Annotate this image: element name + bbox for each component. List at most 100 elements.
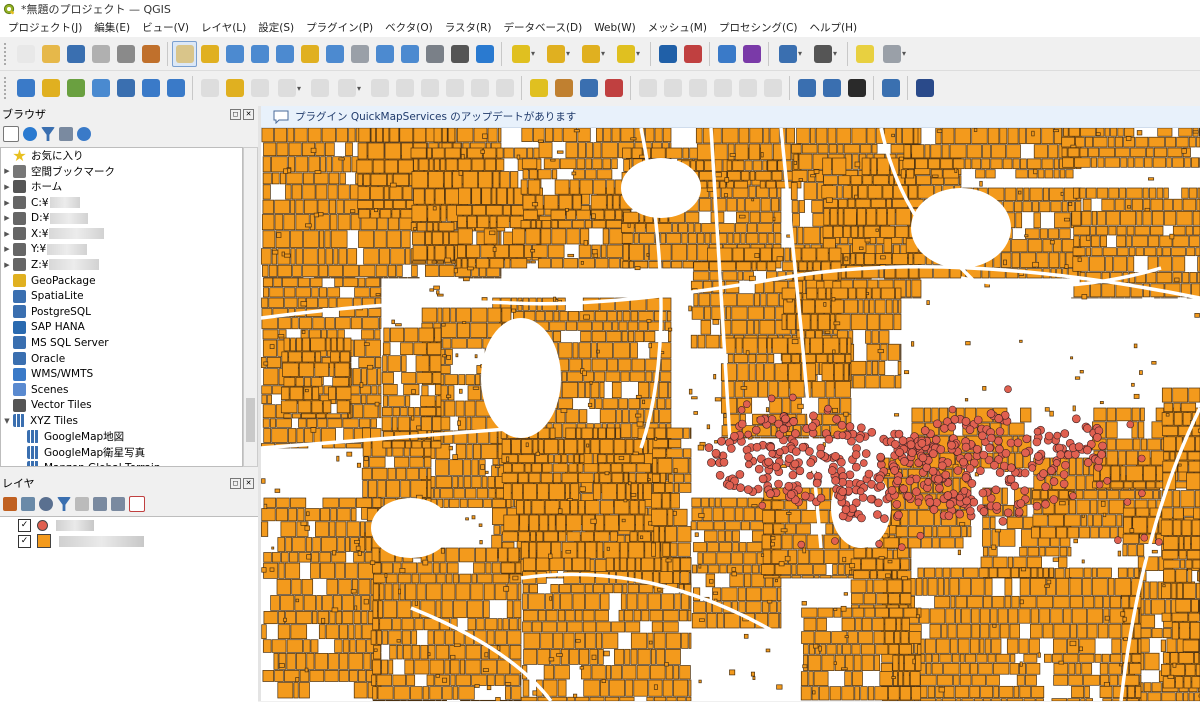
- toolbar-grip[interactable]: [4, 43, 9, 65]
- browser-item[interactable]: SpatiaLite: [1, 288, 242, 304]
- expand-arrow-icon[interactable]: ▶: [1, 214, 13, 222]
- menu-item[interactable]: プラグイン(P): [300, 20, 379, 35]
- diagram-button[interactable]: [760, 75, 785, 101]
- float-panel-icon[interactable]: ◻: [230, 109, 241, 120]
- menu-item[interactable]: メッシュ(M): [642, 20, 713, 35]
- add-group-icon[interactable]: [21, 497, 35, 511]
- paste-features-button[interactable]: [442, 75, 467, 101]
- label-properties-button[interactable]: [735, 75, 760, 101]
- menu-item[interactable]: プロジェクト(J): [2, 20, 88, 35]
- quickmap-search-button[interactable]: [819, 75, 844, 101]
- new-project-button[interactable]: [13, 41, 38, 67]
- rotate-label-button[interactable]: [660, 75, 685, 101]
- highlight-label-button[interactable]: [601, 75, 626, 101]
- browser-item[interactable]: GoogleMap地図: [1, 429, 242, 445]
- save-project-button[interactable]: [63, 41, 88, 67]
- open-table-button[interactable]: ▾: [773, 41, 808, 67]
- pan-button[interactable]: [172, 41, 197, 67]
- menu-item[interactable]: 編集(E): [88, 20, 136, 35]
- toolbar-grip[interactable]: [4, 77, 9, 99]
- dropdown-arrow-icon[interactable]: ▾: [531, 49, 535, 58]
- layout-manager-button[interactable]: [113, 41, 138, 67]
- dropdown-arrow-icon[interactable]: ▾: [601, 49, 605, 58]
- gps-button[interactable]: [113, 75, 138, 101]
- remove-layer-icon[interactable]: [129, 496, 145, 512]
- browser-item[interactable]: GeoPackage: [1, 273, 242, 289]
- visibility-icon[interactable]: [39, 497, 53, 511]
- browser-item[interactable]: Oracle: [1, 351, 242, 367]
- help-button[interactable]: [912, 75, 937, 101]
- add-line-button[interactable]: ▾: [272, 75, 307, 101]
- expand-arrow-icon[interactable]: ▼: [1, 417, 13, 425]
- browser-item[interactable]: PostgreSQL: [1, 304, 242, 320]
- open-project-button[interactable]: [38, 41, 63, 67]
- menu-item[interactable]: プロセシング(C): [713, 20, 804, 35]
- filter-icon[interactable]: [41, 127, 55, 141]
- browser-item[interactable]: ▶ホーム: [1, 179, 242, 195]
- attribute-table-button[interactable]: [680, 41, 705, 67]
- undo-button[interactable]: [467, 75, 492, 101]
- scrollbar-thumb[interactable]: [246, 398, 255, 442]
- filter-legend-icon[interactable]: [57, 497, 71, 511]
- add-raster-button[interactable]: [138, 75, 163, 101]
- browser-item[interactable]: WMS/WMTS: [1, 366, 242, 382]
- identify-button[interactable]: [655, 41, 680, 67]
- browser-item[interactable]: MS SQL Server: [1, 335, 242, 351]
- menu-item[interactable]: ラスタ(R): [439, 20, 498, 35]
- toolbox-button[interactable]: [714, 41, 739, 67]
- expand-all-icon[interactable]: [93, 497, 107, 511]
- refresh-button[interactable]: [472, 41, 497, 67]
- menu-item[interactable]: 設定(S): [252, 20, 300, 35]
- browser-item[interactable]: ▶Y:¥: [1, 242, 242, 258]
- quickmap-add-button[interactable]: [794, 75, 819, 101]
- deselect-button[interactable]: ▾: [576, 41, 611, 67]
- close-panel-icon[interactable]: ✕: [243, 478, 254, 489]
- browser-item[interactable]: ▶Z:¥: [1, 257, 242, 273]
- data-source-manager-button[interactable]: [13, 75, 38, 101]
- zoom-to-layer-button[interactable]: [322, 41, 347, 67]
- dropdown-arrow-icon[interactable]: ▾: [357, 84, 361, 93]
- vertex-tool-button[interactable]: [307, 75, 332, 101]
- layer-row[interactable]: ✓: [0, 517, 258, 533]
- select-location-button[interactable]: ▾: [611, 41, 646, 67]
- zoom-last-button[interactable]: [372, 41, 397, 67]
- geoweb-button[interactable]: [844, 75, 869, 101]
- float-panel-icon[interactable]: ◻: [230, 478, 241, 489]
- new-geopackage-button[interactable]: [38, 75, 63, 101]
- expand-arrow-icon[interactable]: ▶: [1, 230, 13, 238]
- zoom-native-button[interactable]: [347, 41, 372, 67]
- expand-arrow-icon[interactable]: ▶: [1, 183, 13, 191]
- python-console-button[interactable]: [878, 75, 903, 101]
- show-hide-label-button[interactable]: [710, 75, 735, 101]
- pan-to-selection-button[interactable]: [197, 41, 222, 67]
- browser-item[interactable]: お気に入り: [1, 148, 242, 164]
- temporal-controller-button[interactable]: [447, 41, 472, 67]
- layer-visibility-checkbox[interactable]: ✓: [18, 519, 31, 532]
- change-label-button[interactable]: [685, 75, 710, 101]
- menu-item[interactable]: ビュー(V): [136, 20, 195, 35]
- pin-label-button[interactable]: [576, 75, 601, 101]
- browser-item[interactable]: ▶空間ブックマーク: [1, 164, 242, 180]
- style-manager-button[interactable]: [138, 41, 163, 67]
- layer-row[interactable]: ✓: [0, 533, 258, 549]
- expand-arrow-icon[interactable]: ▶: [1, 245, 13, 253]
- map-canvas[interactable]: [261, 128, 1200, 701]
- expand-arrow-icon[interactable]: ▶: [1, 261, 13, 269]
- map-tips-button[interactable]: [852, 41, 877, 67]
- expand-arrow-icon[interactable]: ▶: [1, 167, 13, 175]
- close-panel-icon[interactable]: ✕: [243, 109, 254, 120]
- layer-visibility-checkbox[interactable]: ✓: [18, 535, 31, 548]
- dropdown-arrow-icon[interactable]: ▾: [902, 49, 906, 58]
- pencil-button[interactable]: [222, 75, 247, 101]
- info-icon[interactable]: [77, 127, 91, 141]
- modify-attribute-button[interactable]: ▾: [332, 75, 367, 101]
- zoom-next-button[interactable]: [397, 41, 422, 67]
- move-label-button[interactable]: [635, 75, 660, 101]
- menu-item[interactable]: データベース(D): [497, 20, 588, 35]
- expand-arrow-icon[interactable]: ▶: [1, 199, 13, 207]
- save-edits-button[interactable]: [247, 75, 272, 101]
- menu-item[interactable]: ベクタ(O): [379, 20, 439, 35]
- browser-item[interactable]: Scenes: [1, 382, 242, 398]
- zoom-in-button[interactable]: [222, 41, 247, 67]
- label-tool-button[interactable]: [526, 75, 551, 101]
